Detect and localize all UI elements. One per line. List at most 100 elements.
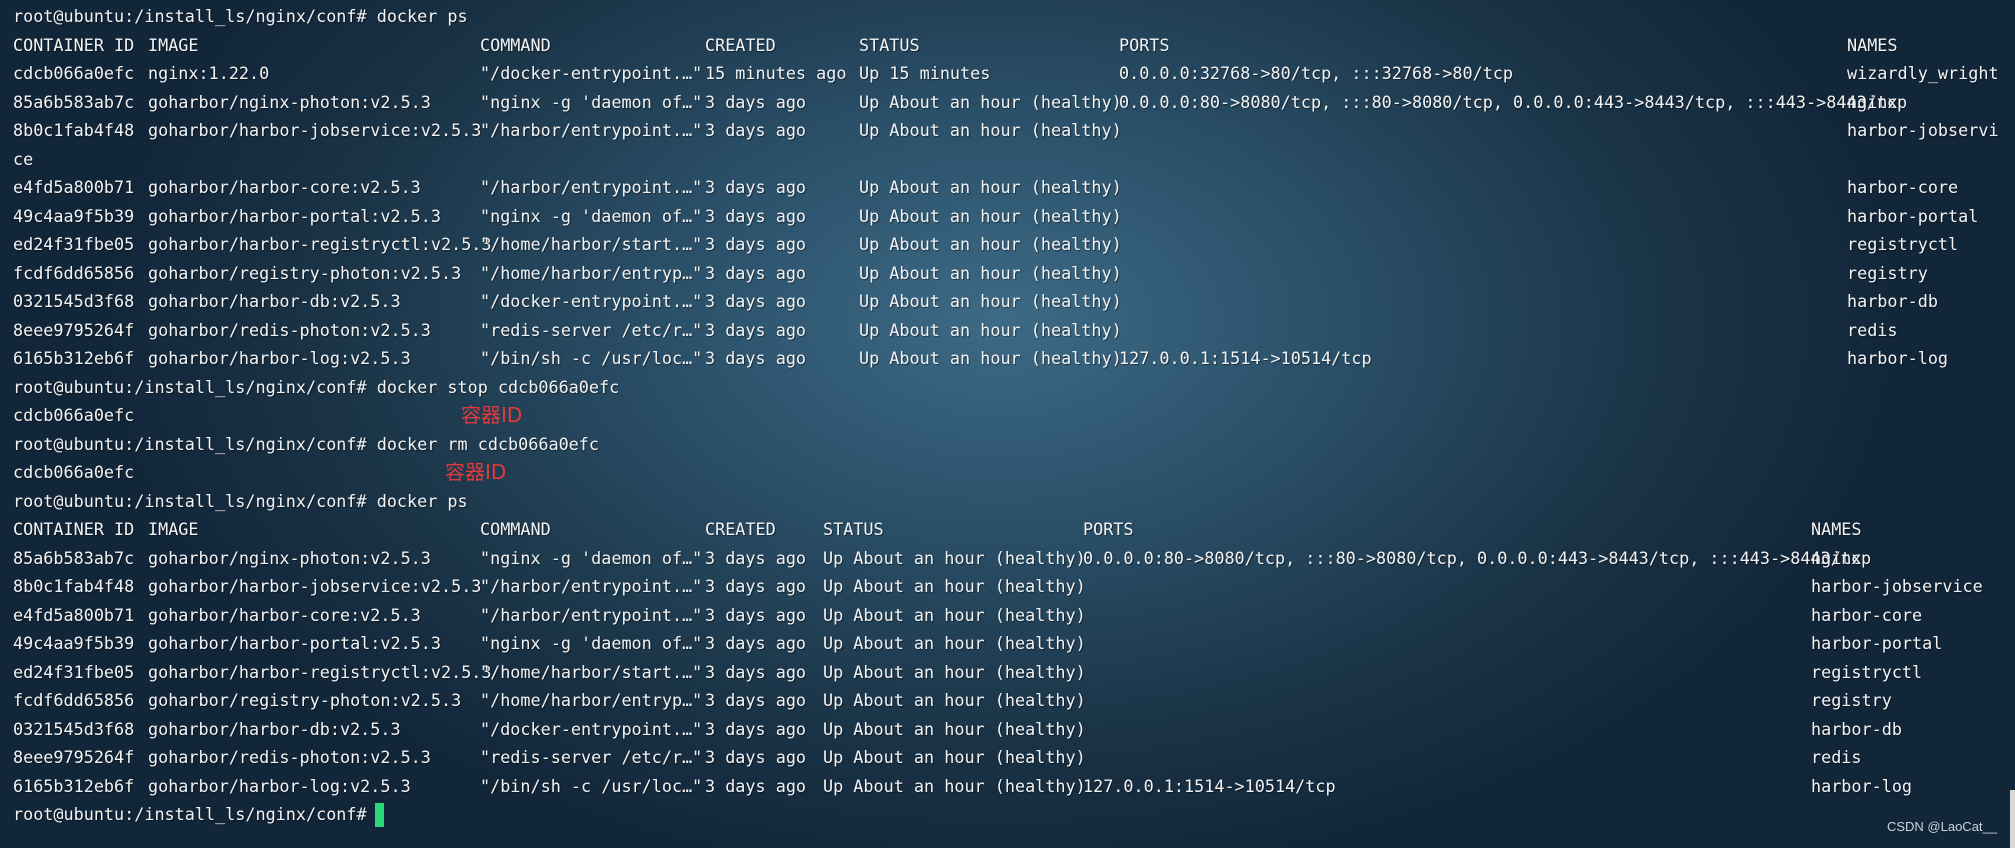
prompt-line: root@ubuntu:/install_ls/nginx/conf# dock… [13,430,619,459]
cell-status: Up About an hour (healthy) [859,234,1122,254]
cell-ports: 127.0.0.1:1514->10514/tcp [1083,775,1336,796]
cell-names: harbor-log [1847,348,1949,368]
cell-created: 3 days ago [705,633,807,653]
cell-ports: 0.0.0.0:32768->80/tcp, :::32768->80/tcp [1119,63,1514,83]
container-id-annotation: 容器ID [445,460,507,484]
table-row: ed24f31fbe05 goharbor/harbor-registryctl:… [13,658,1922,687]
cell-created: 3 days ago [705,205,807,226]
cell-status: Up About an hour (healthy) [823,604,1086,625]
cell-command: "redis-server /etc/r…" [480,319,703,340]
cell-names: redis [1847,319,1898,340]
cell-command: "/harbor/entrypoint.…" [480,576,703,596]
command-text: root@ubuntu:/install_ls/nginx/conf# [13,804,367,824]
header-id: CONTAINER ID [13,34,135,55]
header-created: CREATED [705,519,776,539]
cell-id: e4fd5a800b71 [13,604,135,625]
cell-command: "nginx -g 'daemon of…" [480,547,703,568]
cell-id: ed24f31fbe05 [13,234,135,254]
command-text: root@ubuntu:/install_ls/nginx/conf# dock… [13,6,468,26]
cell-created: 3 days ago [705,177,807,197]
cell-status: Up About an hour (healthy) [859,205,1122,226]
cell-status: Up About an hour (healthy) [823,775,1086,796]
cell-id: fcdf6dd65856 [13,690,135,710]
cell-names: harbor-jobservi [1847,120,1999,140]
header-command: COMMAND [480,34,551,55]
cell-image: goharbor/harbor-db:v2.5.3 [148,291,401,311]
prompt-line: root@ubuntu:/install_ls/nginx/conf# dock… [13,487,619,516]
header-ports: PORTS [1083,519,1134,539]
cell-created: 3 days ago [705,576,807,596]
scrollbar[interactable] [2010,790,2015,848]
cursor [374,803,384,827]
cell-created: 3 days ago [705,775,807,796]
cell-created: 3 days ago [705,319,807,340]
header-created: CREATED [705,34,776,55]
table-header: CONTAINER ID IMAGE COMMAND CREATED STATUS POR… [13,31,1898,60]
table-row: ed24f31fbe05 goharbor/harbor-registryctl:… [13,230,1958,259]
cell-image: goharbor/harbor-portal:v2.5.3 [148,633,441,653]
cell-status: Up 15 minutes [859,63,991,83]
header-command: COMMAND [480,519,551,539]
cell-image: goharbor/harbor-core:v2.5.3 [148,177,421,197]
terminal-output[interactable]: root@ubuntu:/install_ls/nginx/conf# dock… [13,2,1999,829]
table-row: 49c4aa9f5b39 goharbor/harbor-portal:v2.5.… [13,202,1978,231]
cell-id: 8eee9795264f [13,319,135,340]
cell-image: goharbor/redis-photon:v2.5.3 [148,319,431,340]
cell-command: "/home/harbor/start.…" [480,661,703,682]
cell-id: 0321545d3f68 [13,291,135,311]
cell-status: Up About an hour (healthy) [823,747,1086,767]
cell-image: goharbor/nginx-photon:v2.5.3 [148,547,431,568]
table-row: e4fd5a800b71 goharbor/harbor-core:v2.5.3 "… [13,601,1922,630]
cell-names: nginx [1847,91,1898,112]
output-text: cdcb066a0efc [13,405,135,425]
cell-command: "/harbor/entrypoint.…" [480,120,703,140]
cell-status: Up About an hour (healthy) [859,262,1122,283]
cell-id: 8eee9795264f [13,747,135,767]
cell-image: goharbor/redis-photon:v2.5.3 [148,747,431,767]
cell-status: Up About an hour (healthy) [859,348,1122,368]
cell-status: Up About an hour (healthy) [859,91,1122,112]
cell-image: goharbor/registry-photon:v2.5.3 [148,690,462,710]
cell-image: goharbor/harbor-log:v2.5.3 [148,775,411,796]
cell-command: "/home/harbor/entryp…" [480,262,703,283]
command-text: root@ubuntu:/install_ls/nginx/conf# dock… [13,490,468,511]
cell-status: Up About an hour (healthy) [823,576,1086,596]
table-row: fcdf6dd65856 goharbor/registry-photon:v2.… [13,686,1892,715]
cell-names: harbor-portal [1811,633,1943,653]
header-image: IMAGE [148,519,199,539]
cell-names: harbor-core [1847,177,1959,197]
table-row: 6165b312eb6f goharbor/harbor-log:v2.5.3 "/… [13,344,1948,373]
cell-image: goharbor/registry-photon:v2.5.3 [148,262,462,283]
cell-command: "/docker-entrypoint.…" [480,291,703,311]
cell-ports: 0.0.0.0:80->8080/tcp, :::80->8080/tcp, 0… [1119,91,1908,112]
cell-names: wizardly_wright [1847,63,1999,83]
prompt-line: root@ubuntu:/install_ls/nginx/conf# dock… [13,373,619,402]
cell-created: 3 days ago [705,661,807,682]
table-row: fcdf6dd65856 goharbor/registry-photon:v2.… [13,259,1928,288]
cell-names: registry [1847,262,1928,283]
cell-command: "nginx -g 'daemon of…" [480,205,703,226]
cell-image: goharbor/harbor-core:v2.5.3 [148,604,421,625]
cell-created: 3 days ago [705,747,807,767]
table-row: 8eee9795264f goharbor/redis-photon:v2.5.3… [13,316,1898,345]
cell-image: nginx:1.22.0 [148,63,270,83]
cell-status: Up About an hour (healthy) [859,319,1122,340]
cell-id: fcdf6dd65856 [13,262,135,283]
prompt-line: root@ubuntu:/install_ls/nginx/conf# [13,800,619,829]
cell-names: harbor-log [1811,775,1913,796]
table-row: 0321545d3f68 goharbor/harbor-db:v2.5.3 "/d… [13,715,1902,744]
table-row: 8b0c1fab4f48 goharbor/harbor-jobservice:v… [13,572,1983,601]
cell-status: Up About an hour (healthy) [823,690,1086,710]
cell-id: e4fd5a800b71 [13,177,135,197]
prompt-line: root@ubuntu:/install_ls/nginx/conf# dock… [13,2,619,31]
table-row: 85a6b583ab7c goharbor/nginx-photon:v2.5.3… [13,88,1907,117]
cell-id: 49c4aa9f5b39 [13,633,135,653]
cell-command: "/bin/sh -c /usr/loc…" [480,775,703,796]
cell-command: "redis-server /etc/r…" [480,747,703,767]
cell-image: goharbor/harbor-portal:v2.5.3 [148,205,441,226]
cell-created: 3 days ago [705,234,807,254]
cell-image: goharbor/nginx-photon:v2.5.3 [148,91,431,112]
cell-image: goharbor/harbor-registryctl:v2.5.3 [148,661,492,682]
header-image: IMAGE [148,34,199,55]
cell-command: "/docker-entrypoint.…" [480,63,703,83]
